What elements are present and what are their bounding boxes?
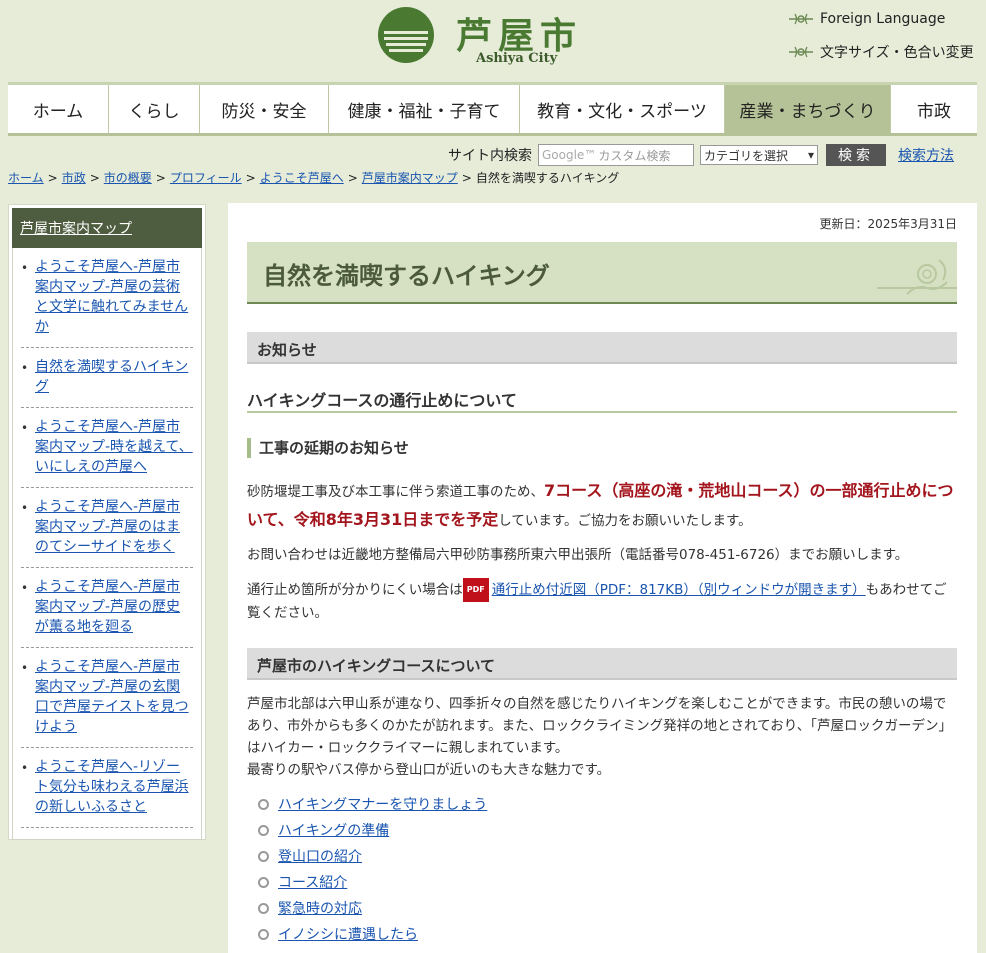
foreign-language-link[interactable]: Foreign Language bbox=[788, 11, 945, 27]
nav-safety[interactable]: 防災・安全 bbox=[199, 85, 328, 133]
circle-bullet-icon bbox=[258, 876, 269, 888]
search-placeholder: カスタム検索 bbox=[598, 148, 671, 163]
closure-text-end: しています。ご協力をお願いいたします。 bbox=[498, 513, 752, 529]
breadcrumb-item[interactable]: 芦屋市案内マップ bbox=[362, 171, 458, 185]
sidebar-title[interactable]: 芦屋市案内マップ bbox=[12, 208, 202, 248]
font-color-settings-link[interactable]: 文字サイズ・色合い変更 bbox=[788, 42, 974, 62]
sidebar-item-link[interactable]: ようこそ芦屋へ-芦屋市案内マップ-時を越えて、いにしえの芦屋へ bbox=[35, 417, 193, 477]
circle-bullet-icon bbox=[258, 824, 269, 836]
bullet-icon: • bbox=[21, 761, 29, 775]
ashiya-logo-icon bbox=[378, 7, 434, 63]
ornament-icon bbox=[789, 13, 813, 25]
page-title: 自然を満喫するハイキング bbox=[263, 262, 550, 290]
courses-description: 芦屋市北部は六甲山系が連なり、四季折々の自然を感じたりハイキングを楽しむことがで… bbox=[247, 696, 952, 756]
breadcrumb-item[interactable]: ホーム bbox=[8, 171, 44, 185]
circle-bullet-icon bbox=[258, 850, 269, 862]
site-search: サイト内検索 Google™ カスタム検索 カテゴリを選択 ▾ 検索 検索方法 bbox=[448, 144, 954, 166]
circle-bullet-icon bbox=[258, 928, 269, 940]
breadcrumb-item[interactable]: 市政 bbox=[62, 171, 86, 185]
pdf-icon: PDF bbox=[462, 578, 489, 602]
closure-paragraph: 砂防堰堤工事及び本工事に伴う索道工事のため、7コース（高座の滝・荒地山コース）の… bbox=[247, 477, 959, 535]
breadcrumb-current: 自然を満喫するハイキング bbox=[475, 171, 620, 185]
list-item: ハイキングマナーを守りましょう bbox=[258, 791, 487, 817]
courses-paragraph: 芦屋市北部は六甲山系が連なり、四季折々の自然を感じたりハイキングを楽しむことがで… bbox=[247, 693, 959, 781]
sidebar-item: • ようこそ芦屋へ-芦屋市案内マップ-芦屋の歴史が薫る地を廻る bbox=[21, 568, 193, 648]
nav-home[interactable]: ホーム bbox=[8, 85, 108, 133]
sidebar-item-link[interactable]: ようこそ芦屋へ-芦屋市案内マップ-芦屋の芸術と文学に触れてみませんか bbox=[35, 257, 193, 337]
global-nav: ホーム くらし 防災・安全 健康・福祉・子育て 教育・文化・スポーツ 産業・まち… bbox=[8, 82, 977, 136]
bullet-icon: • bbox=[21, 661, 29, 675]
foreign-language-label: Foreign Language bbox=[820, 11, 946, 27]
search-help-link[interactable]: 検索方法 bbox=[898, 145, 954, 165]
search-button[interactable]: 検索 bbox=[826, 144, 886, 166]
ornament-icon bbox=[877, 259, 957, 295]
sidebar-item-link[interactable]: ようこそ芦屋へ-芦屋市案内マップ-芦屋の玄関口で芦屋テイストを見つけよう bbox=[35, 657, 193, 737]
nav-health-welfare[interactable]: 健康・福祉・子育て bbox=[328, 85, 519, 133]
ornament-icon bbox=[789, 46, 813, 58]
course-link[interactable]: 登山口の紹介 bbox=[278, 846, 362, 866]
closure-heading: ハイキングコースの通行止めについて bbox=[247, 387, 957, 413]
sidebar-item-link[interactable]: 自然を満喫するハイキング bbox=[35, 357, 193, 397]
map-paragraph: 通行止め箇所が分かりにくい場合は PDF 通行止め付近図（PDF：817KB）（別ウ… bbox=[247, 578, 959, 624]
bullet-icon: • bbox=[21, 581, 29, 595]
nav-industry[interactable]: 産業・まちづくり bbox=[724, 85, 890, 133]
list-item: 緊急時の対応 bbox=[258, 895, 487, 921]
category-select[interactable]: カテゴリを選択 ▾ bbox=[700, 145, 818, 165]
circle-bullet-icon bbox=[258, 902, 269, 914]
courses-heading: 芦屋市のハイキングコースについて bbox=[247, 648, 957, 680]
breadcrumb-item[interactable]: ようこそ芦屋へ bbox=[260, 171, 344, 185]
map-text: 通行止め箇所が分かりにくい場合は bbox=[247, 582, 463, 598]
sidebar-item: • ようこそ芦屋へ-芦屋市案内マップ-芦屋の芸術と文学に触れてみませんか bbox=[21, 248, 193, 348]
bullet-icon: • bbox=[21, 421, 29, 435]
nav-education-culture[interactable]: 教育・文化・スポーツ bbox=[519, 85, 724, 133]
courses-access-note: 最寄りの駅やバス停から登山口が近いのも大きな魅力です。 bbox=[247, 762, 611, 778]
breadcrumb-item[interactable]: プロフィール bbox=[170, 171, 242, 185]
font-color-settings-label: 文字サイズ・色合い変更 bbox=[820, 45, 974, 61]
category-select-value: カテゴリを選択 bbox=[704, 148, 789, 163]
notice-heading: お知らせ bbox=[247, 332, 957, 364]
list-item: 登山口の紹介 bbox=[258, 843, 487, 869]
breadcrumb: ホーム > 市政 > 市の概要 > プロフィール > ようこそ芦屋へ > 芦屋市案内マップ > 自然を満… bbox=[8, 171, 620, 185]
course-link[interactable]: イノシシに遭遇したら bbox=[278, 924, 418, 944]
sidebar: 芦屋市案内マップ • ようこそ芦屋へ-芦屋市案内マップ-芦屋の芸術と文学に触れてみ… bbox=[8, 204, 206, 840]
sidebar-item: • ようこそ芦屋へ-芦屋市案内マップ-時を越えて、いにしえの芦屋へ bbox=[21, 408, 193, 488]
contact-paragraph: お問い合わせは近畿地方整備局六甲砂防事務所東六甲出張所（電話番号078-451-… bbox=[247, 547, 909, 563]
logo-english-name: Ashiya City bbox=[476, 51, 558, 66]
bullet-icon: • bbox=[21, 501, 29, 515]
sidebar-item: • ようこそ芦屋へ-芦屋市案内マップ-芦屋の玄関口で芦屋テイストを見つけよう bbox=[21, 648, 193, 748]
bullet-icon: • bbox=[21, 261, 29, 275]
delay-heading: 工事の延期のお知らせ bbox=[247, 438, 409, 458]
sidebar-item-link[interactable]: ようこそ芦屋へ-芦屋市案内マップ-芦屋のはまのてシーサイドを歩く bbox=[35, 497, 193, 557]
chevron-down-icon: ▾ bbox=[807, 148, 814, 162]
bullet-icon: • bbox=[21, 361, 29, 375]
sidebar-item: • ようこそ芦屋へ-リゾート気分も味わえる芦屋浜の新しいふるさと bbox=[21, 748, 193, 828]
list-item: イノシシに遭遇したら bbox=[258, 921, 487, 947]
course-links: ハイキングマナーを守りましょう ハイキングの準備 登山口の紹介 コース紹介 緊急… bbox=[258, 791, 487, 947]
closure-map-pdf-link[interactable]: 通行止め付近図（PDF：817KB）（別ウィンドウが開きます） bbox=[492, 582, 866, 598]
page-title-box: 自然を満喫するハイキング bbox=[247, 242, 957, 304]
main-content: 更新日：2025年3月31日 自然を満喫するハイキング お知らせ ハイキングコー… bbox=[228, 203, 977, 953]
sidebar-item-link[interactable]: ようこそ芦屋へ-芦屋市案内マップ-芦屋の歴史が薫る地を廻る bbox=[35, 577, 193, 637]
search-input[interactable]: Google™ カスタム検索 bbox=[538, 144, 694, 166]
sidebar-list: • ようこそ芦屋へ-芦屋市案内マップ-芦屋の芸術と文学に触れてみませんか • 自然を… bbox=[12, 248, 202, 840]
search-label: サイト内検索 bbox=[448, 148, 532, 164]
course-link[interactable]: ハイキングの準備 bbox=[278, 820, 389, 840]
site-logo[interactable]: 芦屋市 Ashiya City bbox=[376, 5, 591, 69]
sidebar-item: • ようこそ芦屋へ-芦屋市案内マップ-芦屋のはまのてシーサイドを歩く bbox=[21, 488, 193, 568]
course-link[interactable]: コース紹介 bbox=[278, 872, 347, 892]
google-mark: Google™ bbox=[542, 148, 597, 162]
circle-bullet-icon bbox=[258, 798, 269, 810]
course-link[interactable]: 緊急時の対応 bbox=[278, 898, 362, 918]
nav-city-admin[interactable]: 市政 bbox=[890, 85, 977, 133]
closure-text: 砂防堰堤工事及び本工事に伴う索道工事のため、 bbox=[247, 484, 544, 500]
nav-living[interactable]: くらし bbox=[108, 85, 199, 133]
list-item: ハイキングの準備 bbox=[258, 817, 487, 843]
list-item: コース紹介 bbox=[258, 869, 487, 895]
breadcrumb-item[interactable]: 市の概要 bbox=[104, 171, 152, 185]
sidebar-item: • 自然を満喫するハイキング bbox=[21, 348, 193, 408]
course-link[interactable]: ハイキングマナーを守りましょう bbox=[278, 794, 487, 814]
sidebar-item-link[interactable]: ようこそ芦屋へ-リゾート気分も味わえる芦屋浜の新しいふるさと bbox=[35, 757, 193, 817]
updated-date: 更新日：2025年3月31日 bbox=[819, 217, 957, 231]
